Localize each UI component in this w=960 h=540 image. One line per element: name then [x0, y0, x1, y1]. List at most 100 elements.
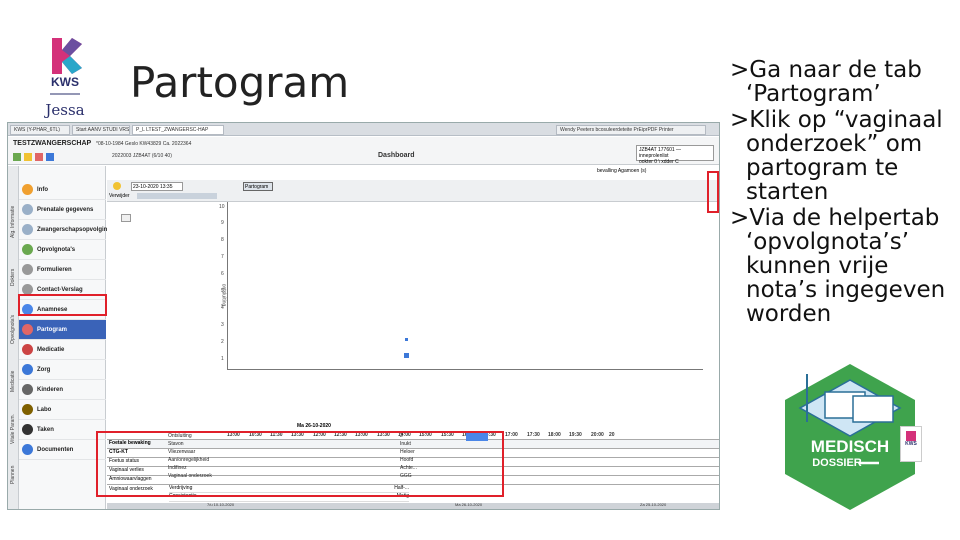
date-toolbar: 23-10-2020 13:35 Partogram Verwijder bev… — [107, 168, 719, 202]
info-toolbar-icon[interactable] — [46, 153, 54, 161]
sidebar-item-label: Info — [37, 186, 48, 193]
sidebar-item-taken[interactable]: Taken — [19, 420, 106, 440]
dashboard-label[interactable]: Dashboard — [378, 152, 415, 159]
vo-row-value: Heloer — [400, 449, 415, 455]
vtab-alg-info[interactable]: Alg. Informatie — [10, 206, 16, 238]
time-label: 17:00 — [505, 432, 518, 438]
tab-kws[interactable]: KWS (Y-PHAR_6TL) — [10, 125, 70, 135]
instruction-list: >Ga naar de tab ‘Partogram’ >Klik op “va… — [730, 58, 955, 328]
time-label: 18:00 — [548, 432, 561, 438]
data-point — [404, 353, 409, 358]
highlight-helper-tab — [707, 171, 719, 213]
sun-icon[interactable] — [113, 182, 121, 190]
vo-row[interactable]: Vliezenwaar Heloer — [168, 449, 468, 457]
sidebar-item-zwangerschap[interactable]: Zwangerschapsopvolging — [19, 220, 111, 240]
horizontal-scrollbar[interactable] — [107, 503, 719, 509]
y-tick: 3 — [221, 322, 224, 328]
children-icon — [22, 384, 33, 395]
sidebar-item-label: Taken — [37, 426, 54, 433]
sidebar-item-label: Kinderen — [37, 386, 64, 393]
sidebar-item-label: Formulieren — [37, 266, 72, 273]
partogram-chart: 10 9 8 7 6 5 4 3 2 1 ontsluiting — [219, 202, 703, 370]
graphic-subtitle: DOSSIER — [812, 457, 862, 469]
sidebar-item-info[interactable]: Info — [19, 180, 106, 200]
vo-row[interactable]: Vaginaal onderzoek GGG — [168, 473, 468, 481]
vtab-dokters[interactable]: Dokters — [10, 269, 16, 286]
vo-row-value: Hoofd — [400, 457, 414, 463]
vo-row-label: Vliezenwaar — [168, 449, 196, 455]
vo-row-label: Ontsluiting — [168, 433, 192, 439]
search-line-1: JZB4AT 177601 — inneprolenlist — [639, 147, 682, 159]
medication-icon — [22, 344, 33, 355]
info-icon — [22, 184, 33, 195]
sidebar: Info Prenatale gegevens Zwangerschapsopv… — [19, 166, 111, 509]
vo-rows-extended: Ontsluiting 2 Stavon Inukt Vliezenwaar Helo… — [168, 433, 468, 481]
vo-row-value: Achte... — [400, 465, 417, 471]
sidebar-item-opvolgnotas[interactable]: Opvolgnota's — [19, 240, 106, 260]
pregnancy-icon — [22, 224, 33, 235]
search-box[interactable]: JZB4AT 177601 — inneprolenlist ookter 0 … — [636, 145, 714, 165]
graphic-title: MEDISCH — [811, 437, 889, 456]
verwijder-label[interactable]: Verwijder — [109, 193, 130, 199]
time-label: 20:00 — [591, 432, 604, 438]
alert-icon[interactable] — [35, 153, 43, 161]
vo-row[interactable]: Indifinez Achte... — [168, 465, 468, 473]
sidebar-item-label: Labo — [37, 406, 52, 413]
sidebar-item-formulieren[interactable]: Formulieren — [19, 260, 106, 280]
browser-tabbar: KWS (Y-PHAR_6TL) Start AANV STUDI VRS IN… — [8, 123, 719, 136]
tasks-icon — [22, 424, 33, 435]
y-tick: 1 — [221, 356, 224, 362]
date-header: Ma 26-10-2020 — [297, 423, 331, 429]
sidebar-item-label: Documenten — [37, 446, 74, 453]
y-tick: 8 — [221, 237, 224, 243]
sidebar-item-label: Contact-Verslag — [37, 286, 83, 293]
warning-icon[interactable] — [24, 153, 32, 161]
highlight-partogram-tab — [18, 294, 107, 316]
vertical-tab-strip: Alg. Informatie Dokters Opvolgnota's Med… — [8, 166, 19, 509]
vtab-opvolgnotas[interactable]: Opvolgnota's — [10, 315, 16, 344]
vo-row[interactable]: Aan/onregelijkheid Hoofd — [168, 457, 468, 465]
sidebar-item-medicatie[interactable]: Medicatie — [19, 340, 106, 360]
forms-icon — [22, 264, 33, 275]
tab-patient[interactable]: P_L LTEST_ZWANGERSC-HAP — [132, 125, 224, 135]
sidebar-item-kinderen[interactable]: Kinderen — [19, 380, 106, 400]
patient-toolbar: TESTZWANGERSCHAP *08-10-1984 Geslo KW438… — [8, 137, 719, 165]
toolbar-icons — [13, 153, 54, 161]
y-tick: 7 — [221, 254, 224, 260]
sidebar-item-prenatale[interactable]: Prenatale gegevens — [19, 200, 106, 220]
sidebar-item-label: Prenatale gegevens — [37, 206, 94, 213]
patient-details-2: 2022003 JZB4AT (6/10 40) — [112, 153, 172, 159]
vo-row[interactable]: Stavon Inukt — [168, 441, 468, 449]
footer-date-2: Ma 26-10-2020 — [455, 502, 483, 507]
logo-sub: Jessa — [43, 101, 84, 119]
selected-cell[interactable] — [466, 433, 488, 441]
kws-badge: KWS — [900, 426, 922, 462]
sidebar-item-labo[interactable]: Labo — [19, 400, 106, 420]
notes-icon — [22, 244, 33, 255]
footer-date-1: 7/u 10-10-2020 — [207, 502, 235, 507]
partogram-icon — [22, 324, 33, 335]
sidebar-item-label: Partogram — [37, 326, 68, 333]
sidebar-item-documenten[interactable]: Documenten — [19, 440, 106, 460]
flag-icon[interactable] — [13, 153, 21, 161]
documents-icon — [22, 444, 33, 455]
sidebar-item-label: Zwangerschapsopvolging — [37, 226, 112, 233]
vtab-plannen[interactable]: Plannen — [10, 466, 16, 484]
vo-row[interactable]: Ontsluiting 2 — [168, 433, 468, 441]
partogram-button[interactable]: Partogram — [243, 182, 273, 191]
slide-title: Partogram — [130, 58, 350, 107]
vo-row-value: GGG — [400, 473, 412, 479]
tab-start[interactable]: Start AANV STUDI VRS INKRAMAMAP — [72, 125, 130, 135]
kws-jessa-logo: KWS Jessa — [38, 36, 92, 120]
sidebar-item-partogram[interactable]: Partogram — [19, 320, 106, 340]
instruction-1: >Ga naar de tab ‘Partogram’ — [730, 57, 922, 107]
y-tick: 6 — [221, 271, 224, 277]
vtab-medicatie[interactable]: Medicatie — [10, 371, 16, 392]
nav-buttons[interactable] — [137, 193, 217, 199]
sidebar-item-zorg[interactable]: Zorg — [19, 360, 106, 380]
sidebar-item-label: Opvolgnota's — [37, 246, 76, 253]
time-label: 17:30 — [527, 432, 540, 438]
expand-icon[interactable] — [121, 214, 131, 222]
vtab-vitale[interactable]: Vitale Param. — [10, 414, 16, 444]
date-input[interactable]: 23-10-2020 13:35 — [131, 182, 183, 191]
